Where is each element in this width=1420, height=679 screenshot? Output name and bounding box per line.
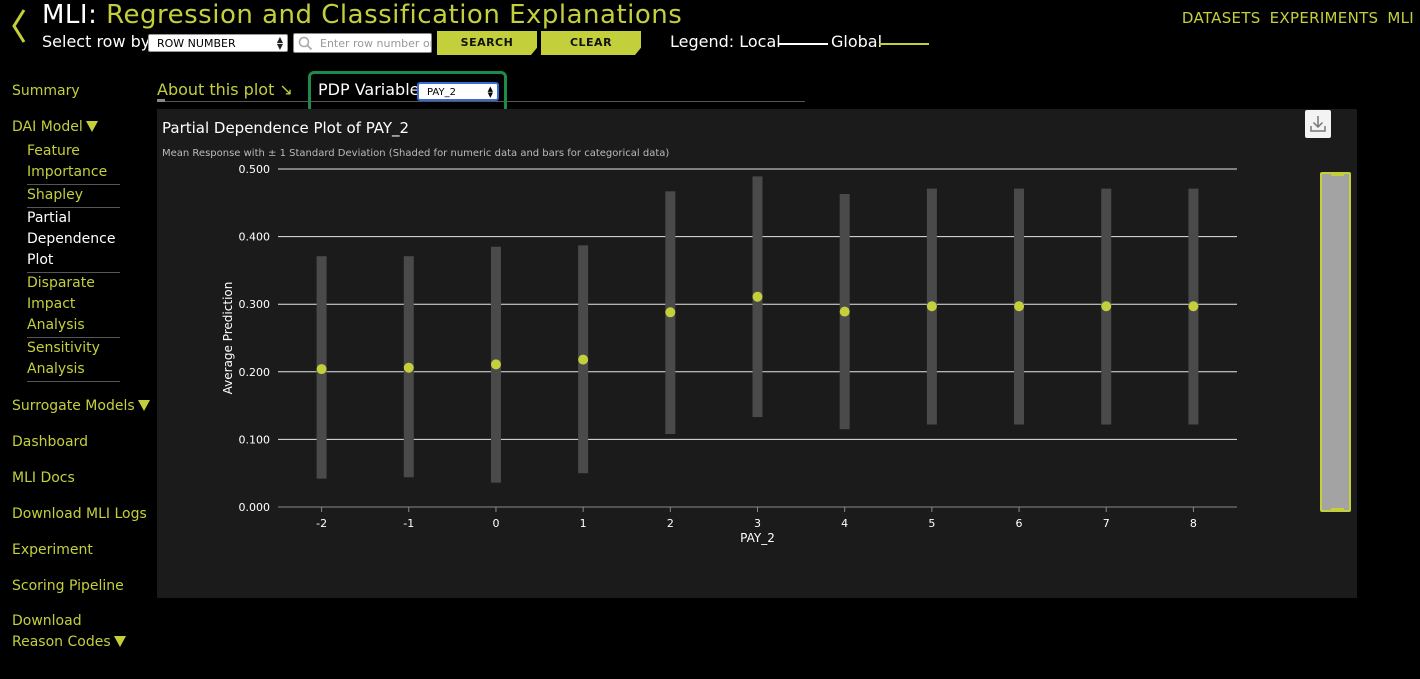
sidebar-item-scoring-pipeline[interactable]: Scoring Pipeline bbox=[12, 575, 152, 597]
pdp-chart: 0.000 0.100 0.200 0.300 0.400 0.500 -2 -1 0 1 2 3 4 5… bbox=[221, 163, 1237, 545]
mean-point bbox=[1014, 301, 1025, 312]
nav-experiments[interactable]: EXPERIMENTS bbox=[1270, 9, 1379, 27]
mean-point bbox=[403, 362, 414, 373]
caret-down-icon bbox=[113, 636, 126, 647]
sidebar-item-feature-importance[interactable]: Feature Importance bbox=[27, 141, 120, 185]
scroll-handle-top[interactable] bbox=[1331, 172, 1344, 176]
x-tick-label: 3 bbox=[754, 517, 761, 530]
x-tick-label: -2 bbox=[316, 517, 327, 530]
scroll-handle-bottom[interactable] bbox=[1331, 508, 1344, 512]
mean-point bbox=[1188, 301, 1199, 312]
page-title: MLI: Regression and Classification Expla… bbox=[42, 0, 682, 30]
plot-panel: Partial Dependence Plot of PAY_2 Mean Re… bbox=[157, 109, 1357, 598]
row-number-input[interactable]: Enter row number or bbox=[293, 33, 432, 53]
caret-down-icon bbox=[85, 121, 98, 132]
search-icon bbox=[298, 36, 313, 51]
x-tick-label: 6 bbox=[1016, 517, 1023, 530]
y-tick-label: 0.400 bbox=[239, 231, 271, 244]
dai-model-label: DAI Model bbox=[12, 119, 83, 135]
x-tick-label: 8 bbox=[1190, 517, 1197, 530]
legend-global-label: Global bbox=[831, 32, 883, 51]
mean-point bbox=[926, 301, 937, 312]
sidebar-item-summary[interactable]: Summary bbox=[12, 80, 152, 102]
x-tick-label: 5 bbox=[928, 517, 935, 530]
sidebar: Summary DAI Model Feature Importance Sha… bbox=[12, 80, 152, 653]
sidebar-item-surrogate-models[interactable]: Surrogate Models bbox=[12, 395, 152, 417]
tab-marker bbox=[157, 99, 165, 102]
download-button[interactable] bbox=[1305, 110, 1331, 138]
y-tick-label: 0.000 bbox=[239, 501, 271, 514]
search-button[interactable]: SEARCH bbox=[437, 31, 537, 55]
x-axis-label: PAY_2 bbox=[740, 531, 775, 545]
sidebar-item-disparate-impact[interactable]: Disparate Impact Analysis bbox=[27, 273, 120, 338]
zoom-scrollbar[interactable] bbox=[1320, 172, 1351, 512]
nav-mli[interactable]: MLI bbox=[1387, 9, 1414, 27]
sidebar-item-download-reason-codes[interactable]: Download Reason Codes bbox=[12, 611, 137, 653]
mean-point bbox=[1101, 301, 1112, 312]
row-input-placeholder: Enter row number or bbox=[320, 37, 432, 50]
y-tick-label: 0.300 bbox=[239, 298, 271, 311]
sidebar-item-download-logs[interactable]: Download MLI Logs bbox=[12, 503, 152, 525]
mean-point bbox=[490, 359, 501, 370]
sidebar-item-mli-docs[interactable]: MLI Docs bbox=[12, 467, 152, 489]
pdp-variable-label: PDP Variable: bbox=[318, 80, 425, 99]
mean-point bbox=[839, 306, 850, 317]
legend-local-label: Legend: Local bbox=[670, 32, 781, 51]
select-arrows-icon: ▲ ▼ bbox=[487, 85, 493, 99]
sidebar-item-dashboard[interactable]: Dashboard bbox=[12, 431, 152, 453]
legend-local-line bbox=[778, 43, 828, 45]
surrogate-models-label: Surrogate Models bbox=[12, 398, 135, 414]
title-prefix: MLI: bbox=[42, 0, 98, 30]
nav-datasets[interactable]: DATASETS bbox=[1182, 9, 1261, 27]
y-tick-label: 0.100 bbox=[239, 433, 271, 446]
sidebar-item-dai-model[interactable]: DAI Model bbox=[12, 116, 152, 138]
clear-button[interactable]: CLEAR bbox=[541, 31, 641, 55]
select-row-label: Select row by: bbox=[42, 32, 155, 51]
sidebar-item-experiment[interactable]: Experiment bbox=[12, 539, 152, 561]
mean-point bbox=[578, 354, 589, 365]
download-reason-label: Download Reason Codes bbox=[12, 613, 111, 650]
pdp-variable-select[interactable]: PAY_2 ▲ ▼ bbox=[417, 82, 499, 101]
x-tick-label: 0 bbox=[492, 517, 499, 530]
mean-point bbox=[752, 291, 763, 302]
top-nav: DATASETS EXPERIMENTS MLI bbox=[1173, 9, 1414, 27]
about-this-plot-link[interactable]: About this plot ↘ bbox=[157, 80, 293, 99]
mean-point bbox=[665, 307, 676, 318]
x-tick-label: 7 bbox=[1103, 517, 1110, 530]
sidebar-item-sensitivity[interactable]: Sensitivity Analysis bbox=[27, 338, 120, 382]
select-arrows-icon: ▲ ▼ bbox=[276, 35, 283, 51]
caret-down-icon bbox=[137, 400, 150, 411]
x-tick-label: 4 bbox=[841, 517, 848, 530]
pdp-variable-value: PAY_2 bbox=[427, 87, 456, 98]
x-tick-label: 1 bbox=[580, 517, 587, 530]
sidebar-item-shapley[interactable]: Shapley bbox=[27, 185, 120, 208]
mean-point bbox=[316, 364, 327, 375]
back-chevron-icon[interactable] bbox=[8, 6, 30, 46]
download-icon bbox=[1310, 116, 1326, 132]
x-tick-label: -1 bbox=[403, 517, 414, 530]
row-select[interactable]: ROW NUMBER ▲ ▼ bbox=[148, 34, 288, 52]
legend-global-line bbox=[879, 43, 929, 45]
y-tick-label: 0.500 bbox=[239, 163, 271, 176]
title-main: Regression and Classification Explanatio… bbox=[106, 0, 683, 30]
x-tick-label: 2 bbox=[667, 517, 674, 530]
sidebar-item-partial-dependence[interactable]: Partial Dependence Plot bbox=[27, 208, 120, 273]
y-axis-label: Average Prediction bbox=[221, 282, 235, 395]
row-select-value: ROW NUMBER bbox=[157, 37, 236, 50]
dai-model-submenu: Feature Importance Shapley Partial Depen… bbox=[27, 141, 120, 382]
y-tick-label: 0.200 bbox=[239, 366, 271, 379]
